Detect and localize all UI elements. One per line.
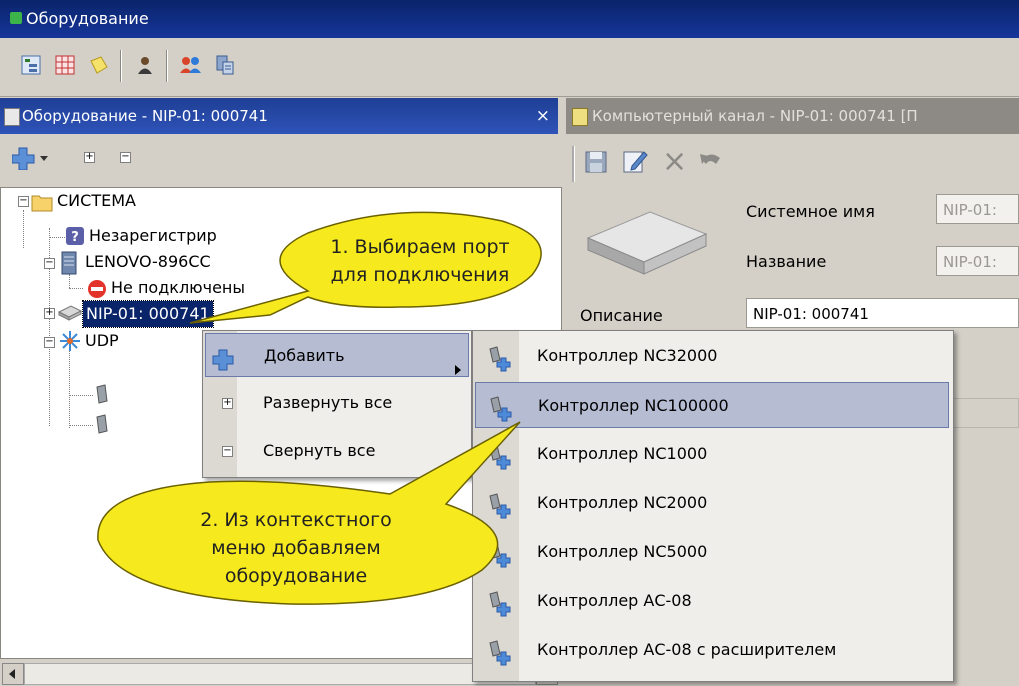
callout-1-line2: для подключения [331,264,510,286]
tree-view-icon[interactable] [18,52,44,78]
tree-node-system[interactable]: СИСТЕМА [57,188,136,214]
expand-all-icon: + [222,397,233,409]
server-icon [59,251,79,279]
submenu-item-controller[interactable]: Контроллер АС-08 с расширителем [475,627,949,673]
port-icon [95,384,109,408]
callout-1-line1: 1. Выбираем порт [330,236,509,258]
toolbar-separator [120,50,122,82]
document-icon [572,108,588,126]
channel-panel-header: Компьютерный канал - NIP-01: 000741 [П [566,98,1019,134]
device-image [580,206,710,280]
users-icon[interactable] [178,52,204,78]
callout-2-line1: 2. Из контекстного [200,509,391,531]
name-field[interactable]: NIP-01: [936,246,1019,276]
user-icon[interactable] [132,52,158,78]
folder-icon [31,192,53,216]
callout-2-line3: оборудование [225,565,367,587]
submenu-item-label: Контроллер NC2000 [537,493,708,512]
submenu-item-label: Контроллер NC100000 [538,396,729,415]
expand-toggle[interactable]: + [44,308,55,319]
close-icon[interactable]: × [536,98,550,134]
collapse-toggle[interactable]: − [44,258,55,269]
device-icon [57,303,83,325]
grid-icon[interactable] [52,52,78,78]
main-toolbar [0,38,1019,97]
device-config-icon[interactable] [212,52,238,78]
scroll-left-arrow-icon[interactable] [2,663,24,685]
save-icon[interactable] [584,150,608,178]
callout-2-line2: меню добавляем [211,537,380,559]
submenu-item-label: Контроллер NC5000 [537,542,708,561]
tree-node-udp[interactable]: UDP [85,328,119,354]
menu-item-expand-all[interactable]: + Развернуть все [205,381,469,425]
channel-panel-title: Компьютерный канал - NIP-01: 000741 [П [592,107,918,125]
equipment-panel-title: Оборудование - NIP-01: 000741 [22,107,268,125]
name-label: Название [746,252,827,271]
document-icon [4,108,20,126]
system-name-field[interactable]: NIP-01: [936,194,1019,224]
system-name-label: Системное имя [746,202,875,221]
edit-icon[interactable] [622,148,648,178]
toolbar-separator [166,50,168,82]
expand-all-icon[interactable]: + [84,152,95,163]
svg-text:?: ? [71,230,79,245]
question-icon: ? [65,226,85,250]
title-bar: Оборудование [0,0,1019,38]
callout-select-port: 1. Выбираем порт для подключения [189,211,542,324]
add-dropdown-button[interactable] [11,146,52,174]
callout-add-equipment: 2. Из контекстного меню добавляем оборуд… [97,421,521,605]
app-icon [10,12,22,24]
window-title: Оборудование [26,9,149,28]
description-field[interactable]: NIP-01: 000741 [746,298,1019,328]
collapse-toggle[interactable]: − [44,337,55,348]
submenu-item-label: Контроллер NC1000 [537,444,708,463]
equipment-panel-header: Оборудование - NIP-01: 000741 × [0,98,558,134]
delete-icon[interactable]: × [662,147,687,177]
scroll-track[interactable] [24,663,536,685]
submenu-item-label: Контроллер АС-08 [537,591,692,610]
collapse-toggle[interactable]: − [18,196,29,207]
controller-add-icon [487,638,513,684]
undo-icon[interactable] [698,148,724,176]
network-icon [59,330,81,356]
description-label: Описание [580,306,663,325]
tree-toolbar: + − [0,134,558,184]
collapse-all-icon[interactable]: − [120,152,131,163]
notes-icon[interactable] [86,52,112,78]
no-entry-icon [87,279,107,303]
submenu-item-label: Контроллер АС-08 с расширителем [537,640,837,659]
